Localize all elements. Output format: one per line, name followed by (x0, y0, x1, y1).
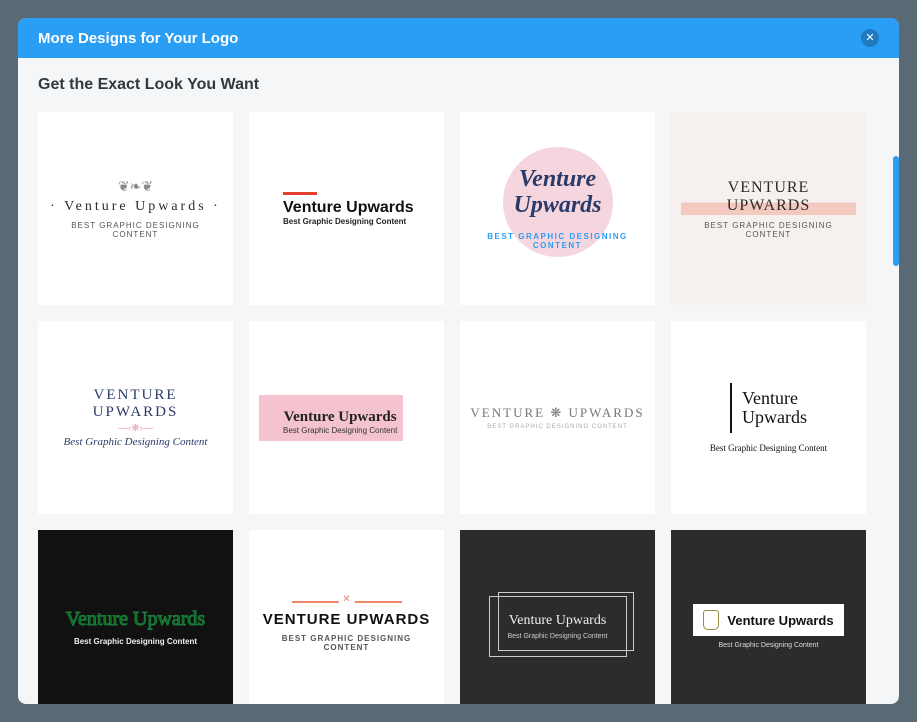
logo-name: VENTURE UPWARDS (48, 387, 223, 421)
design-grid: ❦❧❦ · Venture Upwards · Best Graphic Des… (38, 112, 879, 704)
modal-title: More Designs for Your Logo (38, 30, 238, 47)
logo-tagline: Best Graphic Designing Content (259, 634, 434, 652)
logo-tagline: Best Graphic Designing Content (74, 637, 197, 646)
logo-tagline: Best Graphic Designing Content (719, 642, 819, 649)
x-divider-icon (292, 601, 402, 603)
logo-name: · Venture Upwards · (50, 199, 221, 215)
logo-name: Venture Upwards (508, 613, 608, 629)
vertical-line (730, 383, 732, 433)
logo-name: VENTURE ❋ UPWARDS (470, 405, 644, 421)
design-card-5[interactable]: VENTURE UPWARDS ―‹❋›― Best Graphic Desig… (38, 321, 233, 514)
logo-tagline: Best Graphic Designing Content (48, 221, 223, 239)
logo-name: VENTURE UPWARDS (681, 179, 856, 215)
logo-name: VentureUpwards (742, 389, 807, 427)
logo-lockup: VentureUpwards (730, 383, 807, 433)
leaf-divider-icon: ―‹❋›― (118, 423, 153, 434)
logo-name: Venture Upwards (66, 608, 205, 631)
logo-tagline: BEST GRAPHIC DESIGNING CONTENT (470, 232, 645, 250)
accent-bar (283, 192, 317, 195)
design-card-3[interactable]: VentureUpwards BEST GRAPHIC DESIGNING CO… (460, 112, 655, 305)
flourish-icon: ❦❧❦ (118, 178, 153, 195)
logo-name: Venture Upwards (283, 199, 414, 217)
logo-designs-modal: More Designs for Your Logo ✕ Get the Exa… (18, 18, 899, 704)
logo-tagline: Best Graphic Designing Content (508, 633, 608, 640)
logo-tagline: Best Graphic Designing Content (681, 221, 856, 239)
logo-tagline: BEST GRAPHIC DESIGNING CONTENT (487, 424, 628, 430)
shield-icon (703, 610, 719, 630)
modal-header: More Designs for Your Logo ✕ (18, 18, 899, 58)
modal-subtitle: Get the Exact Look You Want (38, 76, 879, 94)
design-card-7[interactable]: VENTURE ❋ UPWARDS BEST GRAPHIC DESIGNING… (460, 321, 655, 514)
logo-tagline: Best Graphic Designing Content (283, 217, 406, 226)
logo-name: VentureUpwards (513, 167, 601, 217)
design-card-2[interactable]: Venture Upwards Best Graphic Designing C… (249, 112, 444, 305)
design-card-10[interactable]: VENTURE UPWARDS Best Graphic Designing C… (249, 530, 444, 704)
design-card-6[interactable]: Venture Upwards Best Graphic Designing C… (249, 321, 444, 514)
pink-block: Venture Upwards Best Graphic Designing C… (259, 395, 403, 441)
close-icon: ✕ (865, 33, 874, 44)
logo-tagline: Best Graphic Designing Content (64, 436, 208, 448)
logo-tagline: Best Graphic Designing Content (283, 426, 397, 435)
logo-name: VENTURE UPWARDS (263, 611, 431, 628)
close-button[interactable]: ✕ (861, 29, 879, 47)
logo-tagline: Best Graphic Designing Content (710, 443, 827, 453)
modal-body: Get the Exact Look You Want ❦❧❦ · Ventur… (18, 58, 899, 704)
design-card-12[interactable]: Venture Upwards Best Graphic Designing C… (671, 530, 866, 704)
design-card-1[interactable]: ❦❧❦ · Venture Upwards · Best Graphic Des… (38, 112, 233, 305)
design-card-8[interactable]: VentureUpwards Best Graphic Designing Co… (671, 321, 866, 514)
scrollbar-thumb[interactable] (893, 156, 899, 266)
design-card-11[interactable]: Venture Upwards Best Graphic Designing C… (460, 530, 655, 704)
logo-name: Venture Upwards (727, 613, 833, 628)
double-frame: Venture Upwards Best Graphic Designing C… (489, 596, 627, 657)
white-band: Venture Upwards (693, 604, 843, 636)
design-card-9[interactable]: Venture Upwards Best Graphic Designing C… (38, 530, 233, 704)
design-card-4[interactable]: VENTURE UPWARDS Best Graphic Designing C… (671, 112, 866, 305)
logo-name: Venture Upwards (283, 409, 397, 426)
